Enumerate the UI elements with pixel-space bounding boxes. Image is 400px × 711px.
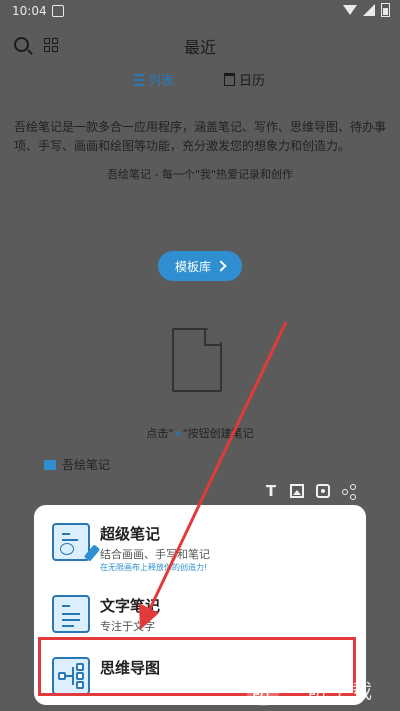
plus-icon: + [173, 427, 183, 440]
template-library-label: 模板库 [174, 259, 211, 274]
watermark: 听 一听下载 [246, 671, 396, 707]
notebook-color-tag [44, 459, 56, 470]
tab-calendar[interactable]: 日历 [224, 70, 265, 89]
top-bar: 最近 [0, 22, 400, 66]
chevron-right-icon [215, 260, 227, 272]
tab-list-label: 列表 [148, 74, 175, 89]
template-library-button[interactable]: 模板库 [158, 251, 242, 281]
camera-icon[interactable] [316, 484, 330, 498]
empty-hint: 点击"+"按钮创建笔记 [0, 425, 400, 441]
page-title: 最近 [183, 38, 216, 57]
option-text-note-desc: 专注于文字 [100, 620, 155, 633]
status-icons [343, 3, 390, 17]
option-text-note-label: 文字笔记 [100, 597, 161, 615]
list-icon [134, 73, 144, 86]
status-time: 10:04 [12, 4, 47, 18]
option-super-note[interactable]: 超级笔记 结合画画、手写和笔记 在无限画布上释放你的创造力! [34, 509, 366, 577]
empty-hint-before: 点击" [146, 427, 174, 440]
slogan: 吾绘笔记 - 每一个"我"热爱记录和创作 [106, 168, 294, 181]
mindmap-icon[interactable] [342, 484, 356, 500]
status-bar: 10:04 [0, 0, 400, 22]
tab-list[interactable]: 列表 [134, 70, 174, 89]
empty-hint-after: "按钮创建笔记 [182, 427, 254, 440]
super-note-icon [52, 523, 101, 562]
tab-calendar-label: 日历 [239, 74, 266, 89]
text-icon[interactable]: T [264, 482, 278, 500]
wifi-icon [343, 5, 357, 15]
battery-icon [381, 3, 390, 17]
image-icon[interactable] [290, 484, 304, 498]
option-super-note-label: 超级笔记 [100, 525, 161, 543]
notebook-item[interactable]: 吾绘笔记 [44, 456, 110, 473]
calendar-icon [224, 73, 235, 86]
signal-icon [363, 4, 375, 16]
view-tabs: 列表 日历 [0, 70, 400, 90]
document-icon [172, 328, 222, 392]
intro-text: 吾绘笔记是一款多合一应用程序，涵盖笔记、写作、思维导图、待办事项、手写、画画和绘… [14, 120, 387, 153]
quick-tools: T [264, 482, 356, 500]
watermark-logo: 听 [246, 672, 280, 706]
notification-icon [52, 5, 64, 17]
notebook-name: 吾绘笔记 [62, 458, 111, 472]
option-super-note-sub: 在无限画布上释放你的创造力! [100, 563, 208, 572]
option-super-note-desc: 结合画画、手写和笔记 [100, 548, 210, 561]
watermark-text: 一听下载 [286, 678, 374, 703]
option-text-note[interactable]: 文字笔记 专注于文字 [34, 581, 366, 643]
text-note-icon [52, 595, 90, 633]
